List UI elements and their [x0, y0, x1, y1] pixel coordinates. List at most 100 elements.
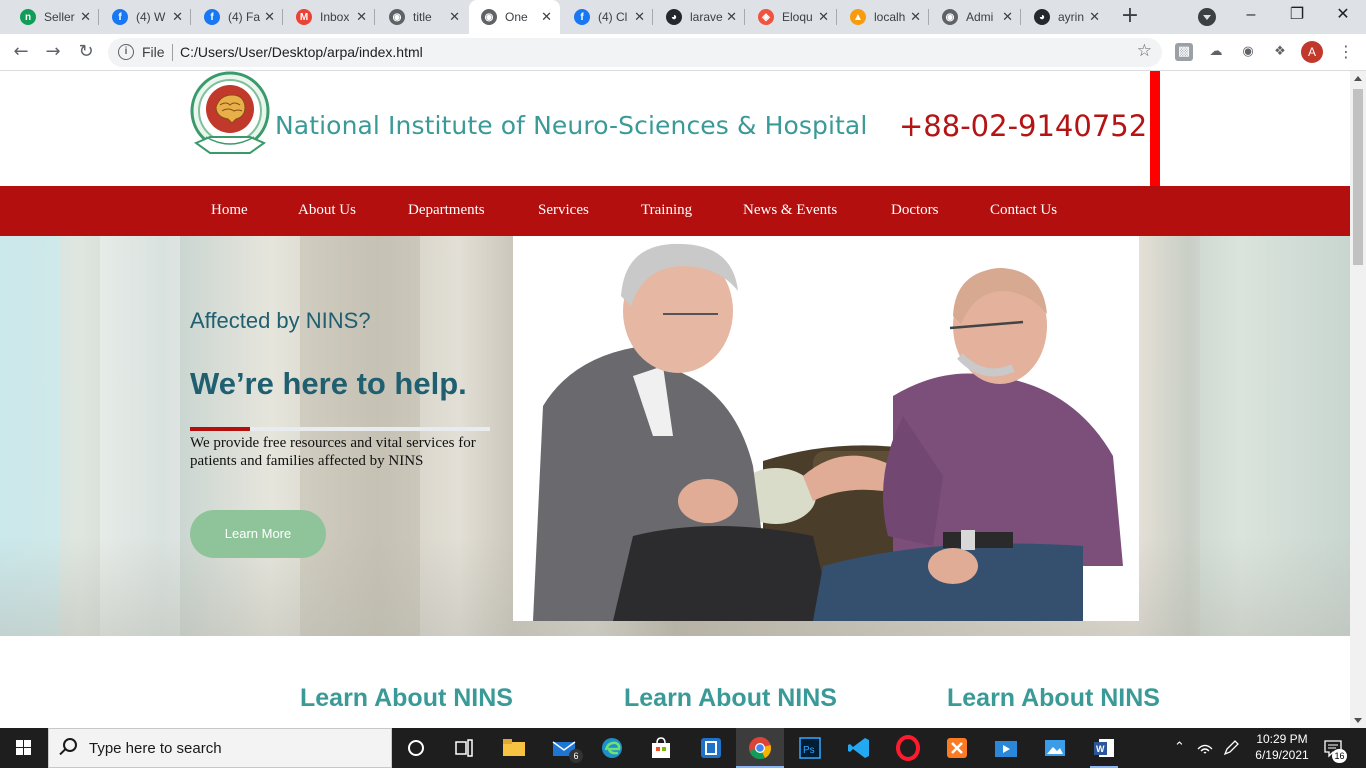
tab-title: (4) Cl: [598, 10, 628, 24]
minimize-button[interactable]: –: [1228, 0, 1274, 30]
two-men-talking-photo: [513, 236, 1139, 621]
hero-question: Affected by NINS?: [190, 308, 371, 333]
cortana-icon[interactable]: [402, 734, 430, 762]
tab-favicon-icon: M: [296, 9, 312, 25]
vscode-icon[interactable]: [845, 734, 873, 762]
nav-home[interactable]: Home: [211, 202, 248, 219]
tab-close-icon[interactable]: ✕: [634, 10, 645, 24]
photoshop-icon[interactable]: Ps: [796, 734, 824, 762]
nav-departments[interactable]: Departments: [408, 202, 485, 219]
bookmark-star-icon[interactable]: ☆: [1137, 41, 1152, 61]
store-icon[interactable]: [647, 734, 675, 762]
tab-favicon-icon: ▲: [850, 9, 866, 25]
pen-icon[interactable]: [1222, 739, 1240, 757]
learn-more-button[interactable]: Learn More: [190, 510, 326, 558]
nav-services[interactable]: Services: [538, 202, 589, 219]
tab-close-icon[interactable]: ✕: [541, 10, 552, 24]
scroll-down-icon[interactable]: [1354, 718, 1362, 723]
scroll-up-icon[interactable]: [1354, 76, 1362, 81]
hero-divider: [190, 427, 490, 431]
tab-close-icon[interactable]: ✕: [449, 10, 460, 24]
browser-tab[interactable]: n Seller ✕: [8, 0, 99, 34]
chrome-menu-icon[interactable]: ⋮: [1336, 43, 1356, 63]
site-info-icon[interactable]: i: [118, 44, 134, 60]
pdf-extension-icon[interactable]: ▩: [1175, 43, 1193, 61]
learn-heading-3: Learn About NINS: [947, 684, 1160, 712]
chrome-icon[interactable]: [746, 734, 774, 762]
tab-title: localh: [874, 10, 906, 24]
reload-icon[interactable]: ↻: [73, 39, 99, 65]
address-bar[interactable]: i File C:/Users/User/Desktop/arpa/index.…: [108, 38, 1162, 67]
browser-tab[interactable]: ◉ title ✕: [377, 0, 468, 34]
browser-tab[interactable]: ▲ localh ✕: [838, 0, 929, 34]
tab-close-icon[interactable]: ✕: [1002, 10, 1013, 24]
site-header: National Institute of Neuro-Sciences & H…: [0, 71, 1350, 186]
browser-tab[interactable]: ◕ larave ✕: [654, 0, 745, 34]
tray-chevron-icon[interactable]: ⌃: [1174, 739, 1185, 779]
nav-news-events[interactable]: News & Events: [743, 202, 837, 219]
cloud-extension-icon[interactable]: ☁: [1207, 43, 1225, 61]
tab-close-icon[interactable]: ✕: [172, 10, 183, 24]
xampp-icon[interactable]: [943, 734, 971, 762]
task-view-icon[interactable]: [450, 734, 478, 762]
browser-tab[interactable]: ◕ ayrin ✕: [1022, 0, 1108, 34]
remote-desktop-icon[interactable]: [697, 734, 725, 762]
site-name: National Institute of Neuro-Sciences & H…: [275, 111, 868, 140]
profile-avatar[interactable]: A: [1301, 41, 1323, 63]
photos-icon[interactable]: [1041, 734, 1069, 762]
nav-about-us[interactable]: About Us: [298, 202, 356, 219]
page-scrollbar[interactable]: [1350, 71, 1366, 728]
tab-close-icon[interactable]: ✕: [1089, 10, 1100, 24]
word-icon[interactable]: W: [1090, 734, 1118, 762]
windows-start-icon[interactable]: [0, 728, 48, 768]
file-explorer-icon[interactable]: [500, 734, 528, 762]
scrollbar-thumb[interactable]: [1353, 89, 1363, 265]
site-phone[interactable]: +88-02-9140752: [899, 109, 1147, 143]
hero-title: We’re here to help.: [190, 366, 467, 401]
tab-close-icon[interactable]: ✕: [910, 10, 921, 24]
tab-separator: [1020, 9, 1021, 25]
camera-extension-icon[interactable]: ◉: [1239, 43, 1257, 61]
nav-doctors[interactable]: Doctors: [891, 202, 939, 219]
header-red-bar: [1150, 71, 1160, 186]
maximize-button[interactable]: ❐: [1274, 0, 1320, 30]
tab-title: Inbox: [320, 10, 350, 24]
tab-search-icon[interactable]: [1198, 8, 1216, 26]
wifi-icon[interactable]: [1196, 739, 1214, 757]
tab-favicon-icon: ◉: [942, 9, 958, 25]
browser-tab[interactable]: f (4) W ✕: [100, 0, 191, 34]
opera-icon[interactable]: [894, 734, 922, 762]
tab-separator: [282, 9, 283, 25]
tab-close-icon[interactable]: ✕: [80, 10, 91, 24]
taskbar-search-box[interactable]: Type here to search: [48, 728, 392, 768]
address-scheme: File: [142, 44, 165, 60]
forward-icon[interactable]: →: [40, 39, 66, 65]
tab-title: Admi: [966, 10, 994, 24]
close-window-button[interactable]: ✕: [1320, 0, 1366, 30]
tab-close-icon[interactable]: ✕: [726, 10, 737, 24]
hero-photo: [513, 236, 1139, 621]
tab-title: (4) Fa: [228, 10, 261, 24]
taskbar-clock[interactable]: 10:29 PM 6/19/2021: [1254, 731, 1310, 763]
hero-divider-accent: [190, 427, 250, 431]
back-icon[interactable]: ←: [8, 39, 34, 65]
browser-tab[interactable]: f (4) Cl ✕: [562, 0, 653, 34]
browser-tab[interactable]: ◉ Admi ✕: [930, 0, 1021, 34]
nav-contact-us[interactable]: Contact Us: [990, 202, 1057, 219]
mail-badge: 6: [569, 749, 583, 763]
address-url[interactable]: C:/Users/User/Desktop/arpa/index.html: [180, 44, 423, 60]
tab-separator: [836, 9, 837, 25]
browser-tab[interactable]: ◈ Eloqu ✕: [746, 0, 837, 34]
tab-close-icon[interactable]: ✕: [818, 10, 829, 24]
edge-icon[interactable]: [598, 734, 626, 762]
tab-close-icon[interactable]: ✕: [356, 10, 367, 24]
browser-tab[interactable]: f (4) Fa ✕: [192, 0, 283, 34]
browser-tab[interactable]: M Inbox ✕: [284, 0, 375, 34]
puzzle-extensions-icon[interactable]: ❖: [1271, 43, 1289, 61]
nav-training[interactable]: Training: [641, 202, 692, 219]
tab-separator: [652, 9, 653, 25]
tab-close-icon[interactable]: ✕: [264, 10, 275, 24]
media-player-icon[interactable]: [992, 734, 1020, 762]
browser-tab[interactable]: ◉ One ✕: [469, 0, 560, 34]
new-tab-button[interactable]: +: [1118, 4, 1142, 30]
